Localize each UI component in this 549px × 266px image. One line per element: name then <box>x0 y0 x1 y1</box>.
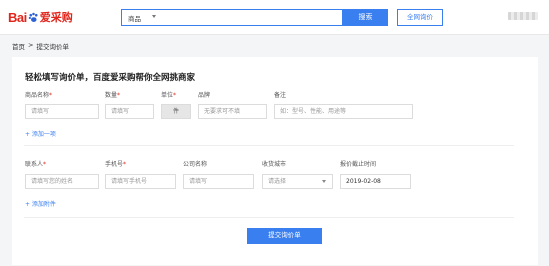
city-select-placeholder: 请选择 <box>268 178 287 185</box>
required-mark: * <box>49 92 53 99</box>
chevron-down-icon <box>152 15 156 18</box>
inquiry-form-card: 轻松填写询价单，百度爱采购帮你全网挑商家 商品名称* 数量* 单位* 品牌 备注… <box>12 57 538 265</box>
phone-field[interactable]: 请填写手机号 <box>105 174 176 189</box>
note-field[interactable]: 如：型号、性能、用途等 <box>274 104 413 119</box>
form-title: 轻松填写询价单，百度爱采购帮你全网挑商家 <box>25 73 196 83</box>
quantity-label: 数量* <box>105 90 120 99</box>
phone-label: 手机号* <box>105 159 126 168</box>
network-quote-button[interactable]: 全网询价 <box>397 9 443 26</box>
city-label: 收货城市 <box>262 161 287 168</box>
baidu-aicaigou-logo[interactable]: Bai 爱采购 <box>8 9 73 25</box>
logo-cn-text: 爱采购 <box>39 11 73 24</box>
quantity-field[interactable]: 请填写 <box>105 104 154 119</box>
search-category-select[interactable]: 商品 <box>128 13 141 23</box>
top-bar: Bai 爱采购 商品 搜索 全网询价 <box>0 0 549 35</box>
brand-field[interactable]: 无要求可不填 <box>198 104 267 119</box>
required-mark: * <box>173 92 177 99</box>
contact-name-field[interactable]: 请填写您的姓名 <box>25 174 99 189</box>
unit-field[interactable]: 件 <box>161 104 191 119</box>
submit-inquiry-button[interactable]: 提交询价单 <box>247 228 322 244</box>
divider <box>24 145 514 146</box>
search-input[interactable] <box>162 11 337 24</box>
brand-label: 品牌 <box>198 92 211 99</box>
divider <box>24 217 514 218</box>
phone-label-text: 手机号 <box>105 161 124 168</box>
breadcrumb-home[interactable]: 首页 <box>12 41 25 51</box>
breadcrumb-separator: > <box>28 41 34 49</box>
product-name-label: 商品名称* <box>25 90 52 99</box>
product-name-label-text: 商品名称 <box>25 92 50 99</box>
paw-icon <box>28 12 38 22</box>
city-select[interactable]: 请选择 <box>262 174 333 189</box>
contact-name-label: 联系人* <box>25 159 46 168</box>
breadcrumb: 首页 > 提交询价单 <box>12 41 69 51</box>
company-field[interactable]: 请填写 <box>183 174 254 189</box>
deadline-date-field[interactable]: 2019-02-08 <box>340 174 411 189</box>
company-label: 公司名称 <box>183 161 208 168</box>
required-mark: * <box>43 161 47 168</box>
required-mark: * <box>117 92 121 99</box>
unit-label-text: 单位 <box>161 92 174 99</box>
chevron-down-icon <box>322 180 326 183</box>
search-bar: 商品 <box>121 9 343 26</box>
required-mark: * <box>123 161 127 168</box>
user-account-blurred[interactable] <box>508 12 538 20</box>
add-attachment-link[interactable]: + 添加附件 <box>25 199 56 208</box>
unit-label: 单位* <box>161 90 176 99</box>
logo-latin-text: Bai <box>8 9 27 25</box>
deadline-label: 报价截止时间 <box>340 161 377 168</box>
note-label: 备注 <box>274 92 287 99</box>
add-item-link[interactable]: + 添加一项 <box>25 129 56 138</box>
breadcrumb-current: 提交询价单 <box>36 43 69 51</box>
contact-name-label-text: 联系人 <box>25 161 44 168</box>
product-name-field[interactable]: 请填写 <box>25 104 99 119</box>
quantity-label-text: 数量 <box>105 92 118 99</box>
search-button[interactable]: 搜索 <box>343 9 388 26</box>
